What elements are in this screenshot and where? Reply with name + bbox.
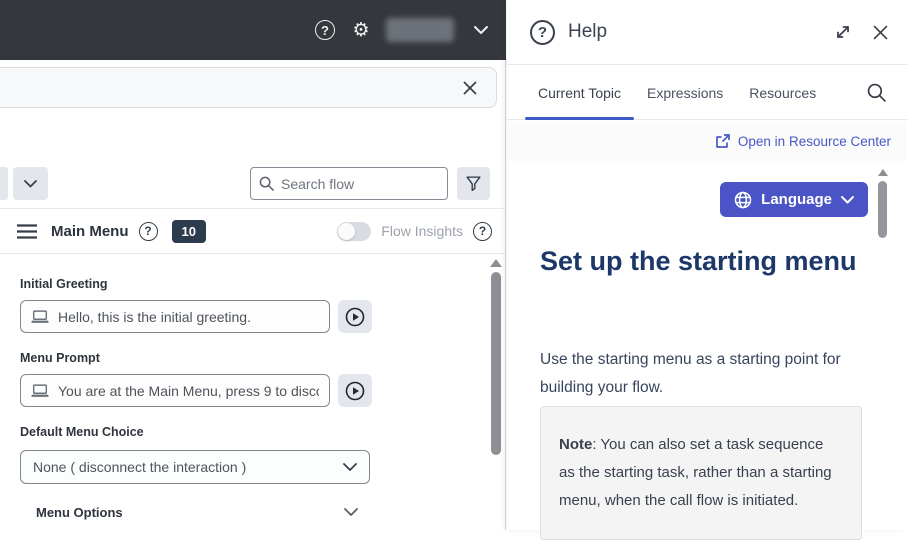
flow-panel-scrollbar-up-arrow[interactable] (490, 259, 502, 267)
search-icon (867, 83, 886, 102)
notification-banner (0, 67, 497, 108)
flow-editor-panel: ? ⚙ Main Menu ? 10 (0, 0, 506, 530)
menu-prompt-field (20, 374, 330, 407)
hamburger-menu-icon[interactable] (17, 224, 37, 239)
filter-button[interactable] (457, 167, 490, 200)
help-scrollbar-up-arrow[interactable] (878, 169, 888, 176)
tab-resources[interactable]: Resources (736, 66, 829, 120)
expand-panel-button[interactable] (832, 21, 854, 43)
menu-title: Main Menu (51, 223, 129, 240)
help-question-icon: ? (530, 20, 555, 45)
play-initial-greeting-button[interactable] (338, 300, 372, 333)
resource-link-row: Open in Resource Center (507, 121, 907, 161)
split-button-left-fragment[interactable] (0, 167, 8, 200)
menu-header-row: Main Menu ? 10 Flow Insights ? (0, 209, 506, 253)
default-menu-choice-select[interactable]: None ( disconnect the interaction ) (20, 450, 370, 484)
globe-icon (734, 191, 752, 209)
tab-expressions[interactable]: Expressions (634, 66, 736, 120)
user-menu-chevron-down-icon[interactable] (470, 19, 492, 41)
play-icon (345, 381, 365, 401)
menu-header-divider (0, 253, 506, 254)
menu-help-icon[interactable]: ? (139, 222, 158, 241)
help-panel: ? Help Current Topic Expressions Resourc… (507, 0, 907, 530)
menu-options-label: Menu Options (36, 505, 123, 520)
settings-gear-icon[interactable]: ⚙ (350, 19, 372, 41)
computer-prompt-icon (31, 384, 49, 398)
flow-insights-label: Flow Insights (381, 223, 463, 239)
chevron-down-icon (24, 180, 37, 188)
banner-close-icon[interactable] (460, 78, 480, 98)
funnel-filter-icon (465, 175, 482, 192)
flow-search-input[interactable] (281, 176, 439, 192)
close-help-panel-button[interactable] (869, 21, 891, 43)
note-label: Note (559, 436, 592, 453)
chevron-down-icon (343, 463, 357, 472)
top-navigation-bar: ? ⚙ (0, 0, 506, 60)
initial-greeting-input[interactable] (58, 309, 319, 325)
menu-count-badge: 10 (172, 220, 206, 243)
external-link-icon (715, 133, 731, 149)
language-button-label: Language (761, 191, 832, 208)
tab-current-topic[interactable]: Current Topic (525, 66, 634, 120)
note-text: : You can also set a task sequence as th… (559, 436, 832, 509)
article-intro: Use the starting menu as a starting poin… (540, 346, 870, 402)
help-icon[interactable]: ? (314, 19, 336, 41)
user-name-redacted[interactable] (386, 18, 454, 42)
open-in-resource-center-link[interactable]: Open in Resource Center (715, 133, 891, 149)
flow-insights-toggle[interactable] (337, 222, 371, 241)
language-button[interactable]: Language (720, 182, 868, 217)
play-menu-prompt-button[interactable] (338, 374, 372, 407)
flow-search-box (250, 167, 448, 200)
help-tabs: Current Topic Expressions Resources (507, 66, 907, 120)
initial-greeting-label: Initial Greeting (20, 277, 108, 291)
app-screen: ? ⚙ Main Menu ? 10 (0, 0, 907, 530)
computer-prompt-icon (31, 310, 49, 324)
play-icon (345, 307, 365, 327)
article-heading: Set up the starting menu (540, 240, 870, 282)
initial-greeting-field (20, 300, 330, 333)
chevron-down-icon (344, 508, 358, 517)
menu-dropdown-button[interactable] (13, 167, 48, 200)
close-icon (873, 25, 888, 40)
flow-panel-scrollbar-thumb[interactable] (491, 272, 501, 455)
chevron-down-icon (841, 196, 854, 204)
help-scrollbar-thumb[interactable] (878, 181, 887, 238)
article-note-box: Note: You can also set a task sequence a… (540, 406, 862, 540)
help-article: Language Set up the starting menu Use th… (522, 168, 882, 530)
default-menu-choice-value: None ( disconnect the interaction ) (33, 459, 343, 475)
help-panel-title: Help (568, 21, 607, 43)
search-icon (259, 176, 274, 191)
menu-prompt-input[interactable] (58, 383, 319, 399)
help-search-button[interactable] (863, 80, 889, 106)
default-menu-choice-label: Default Menu Choice (20, 425, 144, 439)
flow-insights-help-icon[interactable]: ? (473, 222, 492, 241)
menu-prompt-label: Menu Prompt (20, 351, 100, 365)
help-panel-header: ? Help (507, 0, 907, 65)
expand-diagonal-icon (834, 23, 852, 41)
menu-options-section-toggle[interactable]: Menu Options (36, 505, 366, 520)
resource-link-label: Open in Resource Center (738, 134, 891, 149)
